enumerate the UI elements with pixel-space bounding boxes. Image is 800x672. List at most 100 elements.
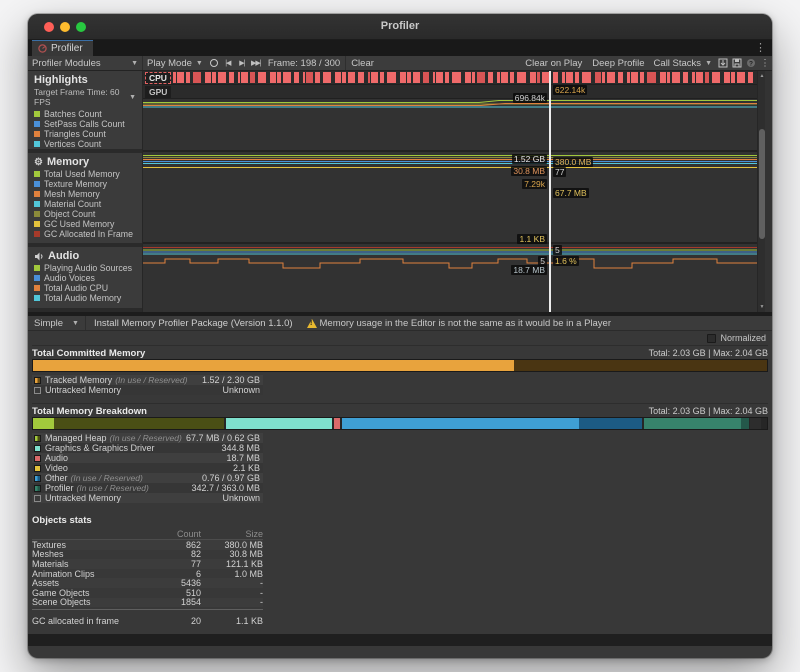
legend-row-tracked-memory[interactable]: Tracked Memory(In use / Reserved)1.52 / … <box>32 375 263 385</box>
play-mode-dropdown[interactable]: Play Mode ▼ <box>143 56 207 70</box>
memory-breakdown-bar[interactable] <box>32 417 768 430</box>
objects-row-materials[interactable]: Materials77121.1 KB <box>32 559 263 569</box>
legend-value: 344.8 MB <box>221 443 260 453</box>
module-counter-material-count[interactable]: Material Count <box>28 199 142 209</box>
module-counter-batches-count[interactable]: Batches Count <box>28 109 142 119</box>
module-header-audio[interactable]: Audio <box>28 247 142 263</box>
module-counter-total-audio-cpu[interactable]: Total Audio CPU <box>28 283 142 293</box>
deep-profile-toggle[interactable]: Deep Profile <box>587 56 649 70</box>
cpu-activity-bar <box>683 72 688 83</box>
cpu-activity-bar <box>193 72 202 83</box>
legend-label: Graphics & Graphics Driver <box>45 443 155 453</box>
scrollbar-thumb[interactable] <box>759 129 765 239</box>
tab-profiler[interactable]: Profiler <box>32 40 93 56</box>
clear-on-play-toggle[interactable]: Clear on Play <box>520 56 587 70</box>
module-sidebar: HighlightsTarget Frame Time: 60 FPS▼Batc… <box>28 71 143 312</box>
memory-chart-lane[interactable] <box>143 152 757 244</box>
segment-audio[interactable] <box>334 418 341 429</box>
legend-row-untracked-memory[interactable]: Untracked MemoryUnknown <box>32 385 263 395</box>
module-counter-audio-voices[interactable]: Audio Voices <box>28 273 142 283</box>
tab-menu-kebab-icon[interactable]: ⋮ <box>755 41 766 54</box>
legend-row-video[interactable]: Video2.1 KB <box>32 463 263 473</box>
target-frame-time-dropdown[interactable]: Target Frame Time: 60 FPS▼ <box>28 87 142 109</box>
chart-area[interactable]: CPU GPU 622.14k696.84k1.52 GB380.0 MB30.… <box>143 71 757 312</box>
module-header-highlights[interactable]: Highlights <box>28 71 142 87</box>
cpu-chip[interactable]: CPU <box>145 72 171 84</box>
module-counter-object-count[interactable]: Object Count <box>28 209 142 219</box>
module-counter-triangles-count[interactable]: Triangles Count <box>28 129 142 139</box>
module-counter-gc-allocated-in-frame[interactable]: GC Allocated In Frame <box>28 229 142 239</box>
module-counter-mesh-memory[interactable]: Mesh Memory <box>28 189 142 199</box>
load-profile-button[interactable] <box>716 56 730 70</box>
chart-value-label: 77 <box>553 167 566 177</box>
committed-memory-bar[interactable] <box>32 359 768 372</box>
previous-frame-button[interactable]: |◀ <box>221 56 235 70</box>
objects-row-animation-clips[interactable]: Animation Clips61.0 MB <box>32 569 263 579</box>
tab-label: Profiler <box>51 43 83 54</box>
call-stacks-dropdown[interactable]: Call Stacks ▼ <box>650 56 716 70</box>
segment-profiler-used[interactable] <box>644 418 742 429</box>
chart-vertical-scrollbar[interactable]: ▲ ▼ <box>757 71 765 312</box>
next-frame-button[interactable]: ▶| <box>235 56 249 70</box>
cpu-usage-row[interactable]: CPU <box>143 71 757 85</box>
clear-button[interactable]: Clear <box>346 56 379 70</box>
legend-label: Tracked Memory <box>45 375 112 385</box>
cpu-activity-bar <box>510 72 514 83</box>
legend-row-untracked-memory[interactable]: Untracked MemoryUnknown <box>32 493 263 503</box>
audio-chart-lane[interactable] <box>143 244 757 310</box>
segment-profiler-reserved[interactable] <box>741 418 748 429</box>
segment-managed-heap-reserved[interactable] <box>54 418 224 429</box>
segment-other-used[interactable] <box>342 418 579 429</box>
objects-row-textures[interactable]: Textures862380.0 MB <box>32 540 263 550</box>
legend-row-managed-heap[interactable]: Managed Heap(In use / Reserved)67.7 MB /… <box>32 433 263 443</box>
normalized-label: Normalized <box>720 333 766 343</box>
module-counter-texture-memory[interactable]: Texture Memory <box>28 179 142 189</box>
detail-view-mode-dropdown[interactable]: Simple ▼ <box>28 316 86 330</box>
chart-value-label: 18.7 MB <box>511 265 547 275</box>
objects-row-scene-objects[interactable]: Scene Objects1854- <box>32 598 263 608</box>
legend-row-profiler[interactable]: Profiler(In use / Reserved)342.7 / 363.0… <box>32 483 263 493</box>
selected-frame-playhead[interactable] <box>549 71 551 312</box>
chart-right-edge <box>765 71 772 312</box>
count-column-header: Count <box>149 529 201 539</box>
objects-row-game-objects[interactable]: Game Objects510- <box>32 588 263 598</box>
objects-row-meshes[interactable]: Meshes8230.8 MB <box>32 550 263 560</box>
module-counter-setpass-calls-count[interactable]: SetPass Calls Count <box>28 119 142 129</box>
cpu-activity-bar <box>348 72 356 83</box>
module-counter-playing-audio-sources[interactable]: Playing Audio Sources <box>28 263 142 273</box>
normalized-checkbox[interactable] <box>707 334 716 343</box>
current-frame-button[interactable]: ▶▶| <box>249 56 263 70</box>
install-memory-profiler-button[interactable]: Install Memory Profiler Package (Version… <box>86 318 301 329</box>
legend-sublabel: (In use / Reserved) <box>110 433 182 443</box>
module-counter-total-audio-memory[interactable]: Total Audio Memory <box>28 293 142 303</box>
toolbar-menu-kebab-icon[interactable]: ⋮ <box>758 56 772 70</box>
scroll-down-arrow-icon[interactable]: ▼ <box>758 304 766 310</box>
legend-row-graphics-graphics-driver[interactable]: Graphics & Graphics Driver 344.8 MB <box>32 443 263 453</box>
profiler-modules-dropdown[interactable]: Profiler Modules ▼ <box>28 56 143 70</box>
module-header-memory[interactable]: ⚙Memory <box>28 153 142 169</box>
segment-managed-heap-used[interactable] <box>33 418 54 429</box>
counter-label: Audio Voices <box>44 273 95 283</box>
cpu-activity-bar <box>517 72 526 83</box>
module-counter-vertices-count[interactable]: Vertices Count <box>28 139 142 149</box>
gpu-usage-row[interactable]: GPU <box>143 85 757 99</box>
highlights-chart-lane[interactable] <box>143 99 757 152</box>
objects-row-assets[interactable]: Assets5436- <box>32 578 263 588</box>
warning-icon <box>307 319 317 328</box>
module-counter-gc-used-memory[interactable]: GC Used Memory <box>28 219 142 229</box>
segment-graphics[interactable] <box>226 418 332 429</box>
segment-untracked[interactable] <box>750 418 762 429</box>
segment-other-reserved[interactable] <box>579 418 641 429</box>
counter-label: Total Audio CPU <box>44 283 108 293</box>
save-profile-button[interactable] <box>730 56 744 70</box>
module-counter-total-used-memory[interactable]: Total Used Memory <box>28 169 142 179</box>
object-size-value: 121.1 KB <box>201 559 263 569</box>
window-title: Profiler <box>28 20 772 32</box>
legend-row-other[interactable]: Other(In use / Reserved)0.76 / 0.97 GB <box>32 473 263 483</box>
legend-row-audio[interactable]: Audio18.7 MB <box>32 453 263 463</box>
record-button[interactable] <box>207 56 221 70</box>
help-button[interactable]: ? <box>744 56 758 70</box>
object-count-value: 82 <box>149 549 201 559</box>
scroll-up-arrow-icon[interactable]: ▲ <box>758 73 766 79</box>
gpu-chip[interactable]: GPU <box>145 86 171 98</box>
